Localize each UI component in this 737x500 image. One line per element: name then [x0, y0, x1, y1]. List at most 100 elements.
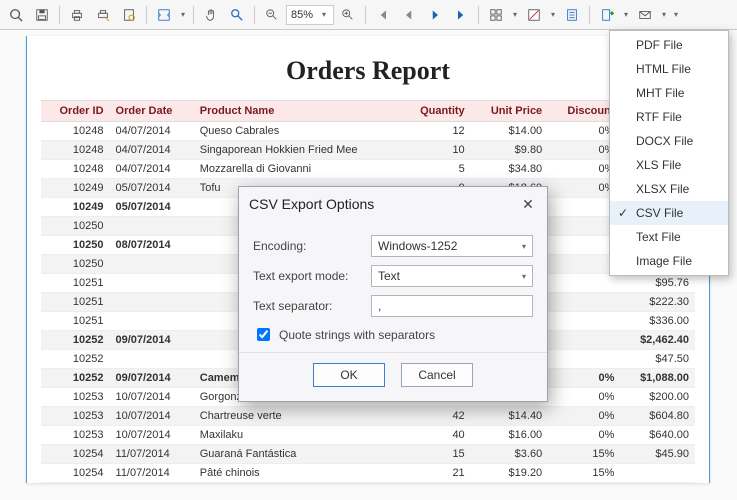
table-cell: Maxilaku [194, 426, 402, 445]
table-cell: 10250 [41, 255, 110, 274]
export-menu-item[interactable]: XLSX File [610, 177, 728, 201]
table-cell: 08/07/2014 [110, 236, 194, 255]
separator [193, 6, 194, 24]
table-cell: 42 [401, 407, 470, 426]
page-setup-icon[interactable] [117, 3, 141, 27]
chevron-down-icon: ▾ [522, 242, 526, 251]
export-icon[interactable] [595, 3, 619, 27]
encoding-combo[interactable]: Windows-1252 ▾ [371, 235, 533, 257]
chevron-down-icon[interactable]: ▾ [319, 10, 329, 19]
bg-color-caret[interactable]: ▾ [548, 10, 558, 19]
export-menu: PDF File HTML File MHT File RTF File DOCX Fi… [609, 30, 729, 276]
table-cell: 10253 [41, 426, 110, 445]
cancel-button[interactable]: Cancel [401, 363, 473, 387]
separator-input[interactable]: , [371, 295, 533, 317]
bg-color-icon[interactable] [522, 3, 546, 27]
export-menu-item[interactable]: Image File [610, 249, 728, 273]
table-cell: $95.76 [620, 274, 695, 293]
table-row: 1025310/07/2014Chartreuse verte42$14.400… [41, 407, 695, 426]
scale-icon[interactable] [152, 3, 176, 27]
table-cell [110, 312, 194, 331]
check-icon: ✓ [618, 206, 628, 220]
menu-item-label: PDF File [636, 38, 683, 52]
separator [254, 6, 255, 24]
table-cell: Queso Cabrales [194, 122, 402, 141]
table-row: 1025411/07/2014Guaraná Fantástica15$3.60… [41, 445, 695, 464]
email-caret[interactable]: ▾ [659, 10, 669, 19]
export-menu-item[interactable]: RTF File [610, 105, 728, 129]
table-cell: 10254 [41, 445, 110, 464]
export-menu-item[interactable]: DOCX File [610, 129, 728, 153]
table-cell: 0% [548, 388, 620, 407]
export-menu-item[interactable]: Text File [610, 225, 728, 249]
zoom-combo[interactable]: 85% ▾ [286, 5, 334, 25]
table-row: 1024804/07/2014Queso Cabrales12$14.000%$… [41, 122, 695, 141]
table-cell: $336.00 [620, 312, 695, 331]
table-cell: 10249 [41, 198, 110, 217]
toolbar: ▾ 85% ▾ ▾ ▾ ▾ ▾ ▾ [0, 0, 737, 30]
table-cell: 04/07/2014 [110, 160, 194, 179]
export-menu-item[interactable]: PDF File [610, 33, 728, 57]
export-menu-item[interactable]: ✓ CSV File [610, 201, 728, 225]
table-cell: $14.00 [471, 122, 549, 141]
magnifier-icon[interactable] [225, 3, 249, 27]
multi-page-icon[interactable] [484, 3, 508, 27]
overflow-caret[interactable]: ▾ [671, 10, 681, 19]
menu-item-label: DOCX File [636, 134, 693, 148]
zoom-value: 85% [291, 9, 313, 21]
separator-value: , [378, 299, 381, 313]
last-page-icon[interactable] [449, 3, 473, 27]
table-cell [110, 217, 194, 236]
ok-button[interactable]: OK [313, 363, 385, 387]
search-icon[interactable] [4, 3, 28, 27]
table-cell: Chartreuse verte [194, 407, 402, 426]
separator [146, 6, 147, 24]
table-cell: 12 [401, 122, 470, 141]
export-menu-item[interactable]: MHT File [610, 81, 728, 105]
print-icon[interactable] [65, 3, 89, 27]
chevron-down-icon: ▾ [522, 272, 526, 281]
table-cell: 09/07/2014 [110, 331, 194, 350]
watermark-icon[interactable] [560, 3, 584, 27]
table-cell: Mozzarella di Giovanni [194, 160, 402, 179]
export-dropdown-caret[interactable]: ▾ [621, 10, 631, 19]
table-cell: $34.80 [471, 160, 549, 179]
email-icon[interactable] [633, 3, 657, 27]
table-cell [620, 464, 695, 483]
table-cell [548, 312, 620, 331]
table-row: 1024804/07/2014Singaporean Hokkien Fried… [41, 141, 695, 160]
table-row: 1025310/07/2014Maxilaku40$16.000%$640.00 [41, 426, 695, 445]
next-page-icon[interactable] [423, 3, 447, 27]
table-cell: 10/07/2014 [110, 407, 194, 426]
table-cell: 10/07/2014 [110, 426, 194, 445]
save-icon[interactable] [30, 3, 54, 27]
column-header: Unit Price [471, 101, 549, 122]
quick-print-icon[interactable] [91, 3, 115, 27]
mode-combo[interactable]: Text ▾ [371, 265, 533, 287]
table-cell: 09/07/2014 [110, 369, 194, 388]
multi-page-caret[interactable]: ▾ [510, 10, 520, 19]
table-cell: 05/07/2014 [110, 179, 194, 198]
report-title: Orders Report [41, 56, 695, 86]
table-cell: $9.80 [471, 141, 549, 160]
dialog-separator [239, 352, 547, 353]
zoom-in-icon[interactable] [336, 3, 360, 27]
first-page-icon[interactable] [371, 3, 395, 27]
close-icon[interactable]: ✕ [519, 195, 537, 213]
table-cell: 0% [548, 426, 620, 445]
export-menu-item[interactable]: XLS File [610, 153, 728, 177]
scale-dropdown-caret[interactable]: ▾ [178, 10, 188, 19]
table-cell: $2,462.40 [620, 331, 695, 350]
table-cell [548, 293, 620, 312]
table-cell: 15 [401, 445, 470, 464]
zoom-out-icon[interactable] [260, 3, 284, 27]
export-menu-item[interactable]: HTML File [610, 57, 728, 81]
hand-tool-icon[interactable] [199, 3, 223, 27]
quote-checkbox[interactable] [257, 328, 270, 341]
table-cell: $45.90 [620, 445, 695, 464]
table-cell: 10252 [41, 369, 110, 388]
menu-item-label: MHT File [636, 86, 684, 100]
menu-item-label: HTML File [636, 62, 691, 76]
menu-item-label: CSV File [636, 206, 683, 220]
prev-page-icon[interactable] [397, 3, 421, 27]
